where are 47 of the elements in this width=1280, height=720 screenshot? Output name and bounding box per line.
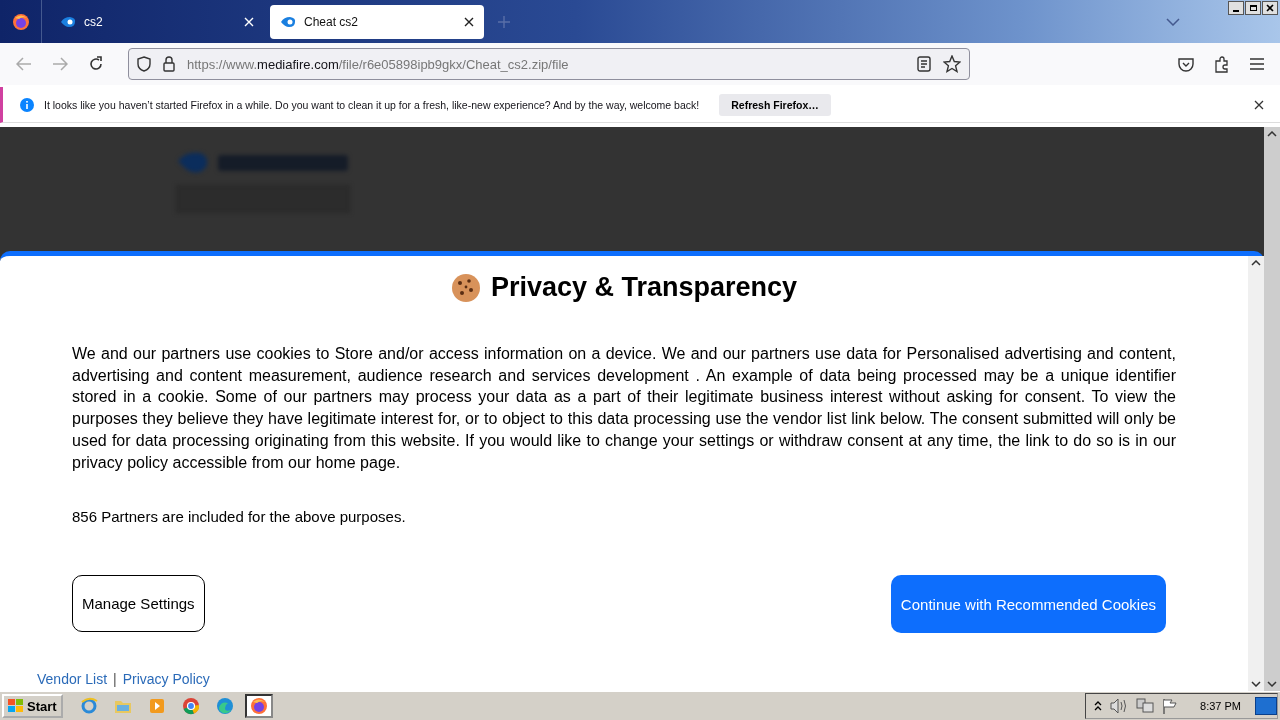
firefox-icon[interactable]	[11, 12, 30, 31]
privacy-policy-link[interactable]: Privacy Policy	[122, 671, 210, 688]
url-text: https://www.mediafire.com/file/r6e05898ipb9gkx/Cheat_cs2.zip/file	[187, 56, 569, 72]
clock: 8:37 PM	[1200, 700, 1241, 712]
reader-view-icon[interactable]	[917, 56, 931, 72]
browser-tab[interactable]: Cheat cs2	[270, 4, 484, 39]
pocket-icon[interactable]	[1178, 56, 1194, 72]
partners-text: 856 Partners are included for the above purposes.	[72, 508, 407, 526]
link-separator: |	[113, 671, 117, 688]
chevron-down-icon[interactable]	[1166, 17, 1180, 26]
start-button[interactable]: Start	[2, 694, 63, 718]
dialog-title: Privacy & Transparency	[490, 272, 798, 303]
shield-icon[interactable]	[137, 56, 151, 72]
lock-icon[interactable]	[163, 56, 175, 72]
vendor-list-link[interactable]: Vendor List	[37, 671, 108, 688]
notification-message: It looks like you haven’t started Firefox in a while. Do you want to clean it up for a fresh, like-new experience? And by the way, welcome back!	[44, 98, 700, 111]
taskbar-app[interactable]	[244, 694, 273, 718]
browser-tab[interactable]: cs2	[50, 4, 264, 39]
windows-logo-icon	[8, 699, 24, 713]
consent-text: We and our partners use cookies to Store and/or access information on a device. We and our partners use data for Personalised advertising and content, advertising and content measurement, audience research and services development . An example of data being processed may be a unique identifier stored in a cookie. Some of our partners may process your data as a part of their legitimate business interest without asking for consent. To view the purposes they believe they have legitimate interest for, or to object to this data processing use the vendor list link below. The consent submitted will only be used for data processing originating from this website. If you would like to change your settings or withdraw consent at any time, the link to do so is in our privacy policy accessible from our home page.	[72, 344, 1176, 473]
puzzle-piece-icon[interactable]	[1214, 55, 1230, 73]
manage-settings-button[interactable]: Manage Settings	[72, 575, 205, 633]
close-icon[interactable]	[1254, 99, 1264, 110]
network-icon[interactable]	[1136, 698, 1155, 714]
close-icon[interactable]	[1262, 1, 1278, 15]
refresh-firefox-button[interactable]: Refresh Firefox…	[719, 93, 831, 116]
cookie-icon	[450, 272, 481, 303]
address-bar[interactable]: https://www.mediafire.com/file/r6e05898ipb9gkx/Cheat_cs2.zip/file	[128, 48, 970, 80]
close-icon[interactable]	[464, 16, 474, 27]
scrollbar[interactable]	[1248, 256, 1264, 691]
reload-icon[interactable]	[88, 56, 104, 72]
info-icon	[20, 97, 34, 112]
flame-logo-icon	[60, 15, 76, 28]
chrome-icon[interactable]	[181, 697, 200, 715]
star-icon[interactable]	[943, 55, 961, 73]
firefox-icon[interactable]	[249, 697, 268, 715]
scroll-up-icon[interactable]	[1267, 131, 1277, 137]
minimize-icon[interactable]	[1228, 1, 1244, 15]
menu-icon[interactable]	[1250, 58, 1264, 70]
speaker-icon[interactable]	[1110, 698, 1129, 714]
scroll-up-icon[interactable]	[1251, 260, 1261, 266]
restore-icon[interactable]	[1245, 1, 1261, 15]
chevron-up-icon[interactable]	[1094, 701, 1103, 711]
scrollbar[interactable]	[1264, 127, 1280, 691]
accept-cookies-button[interactable]: Continue with Recommended Cookies	[890, 575, 1166, 634]
flame-logo-icon	[280, 15, 296, 28]
flag-icon[interactable]	[1162, 698, 1179, 714]
